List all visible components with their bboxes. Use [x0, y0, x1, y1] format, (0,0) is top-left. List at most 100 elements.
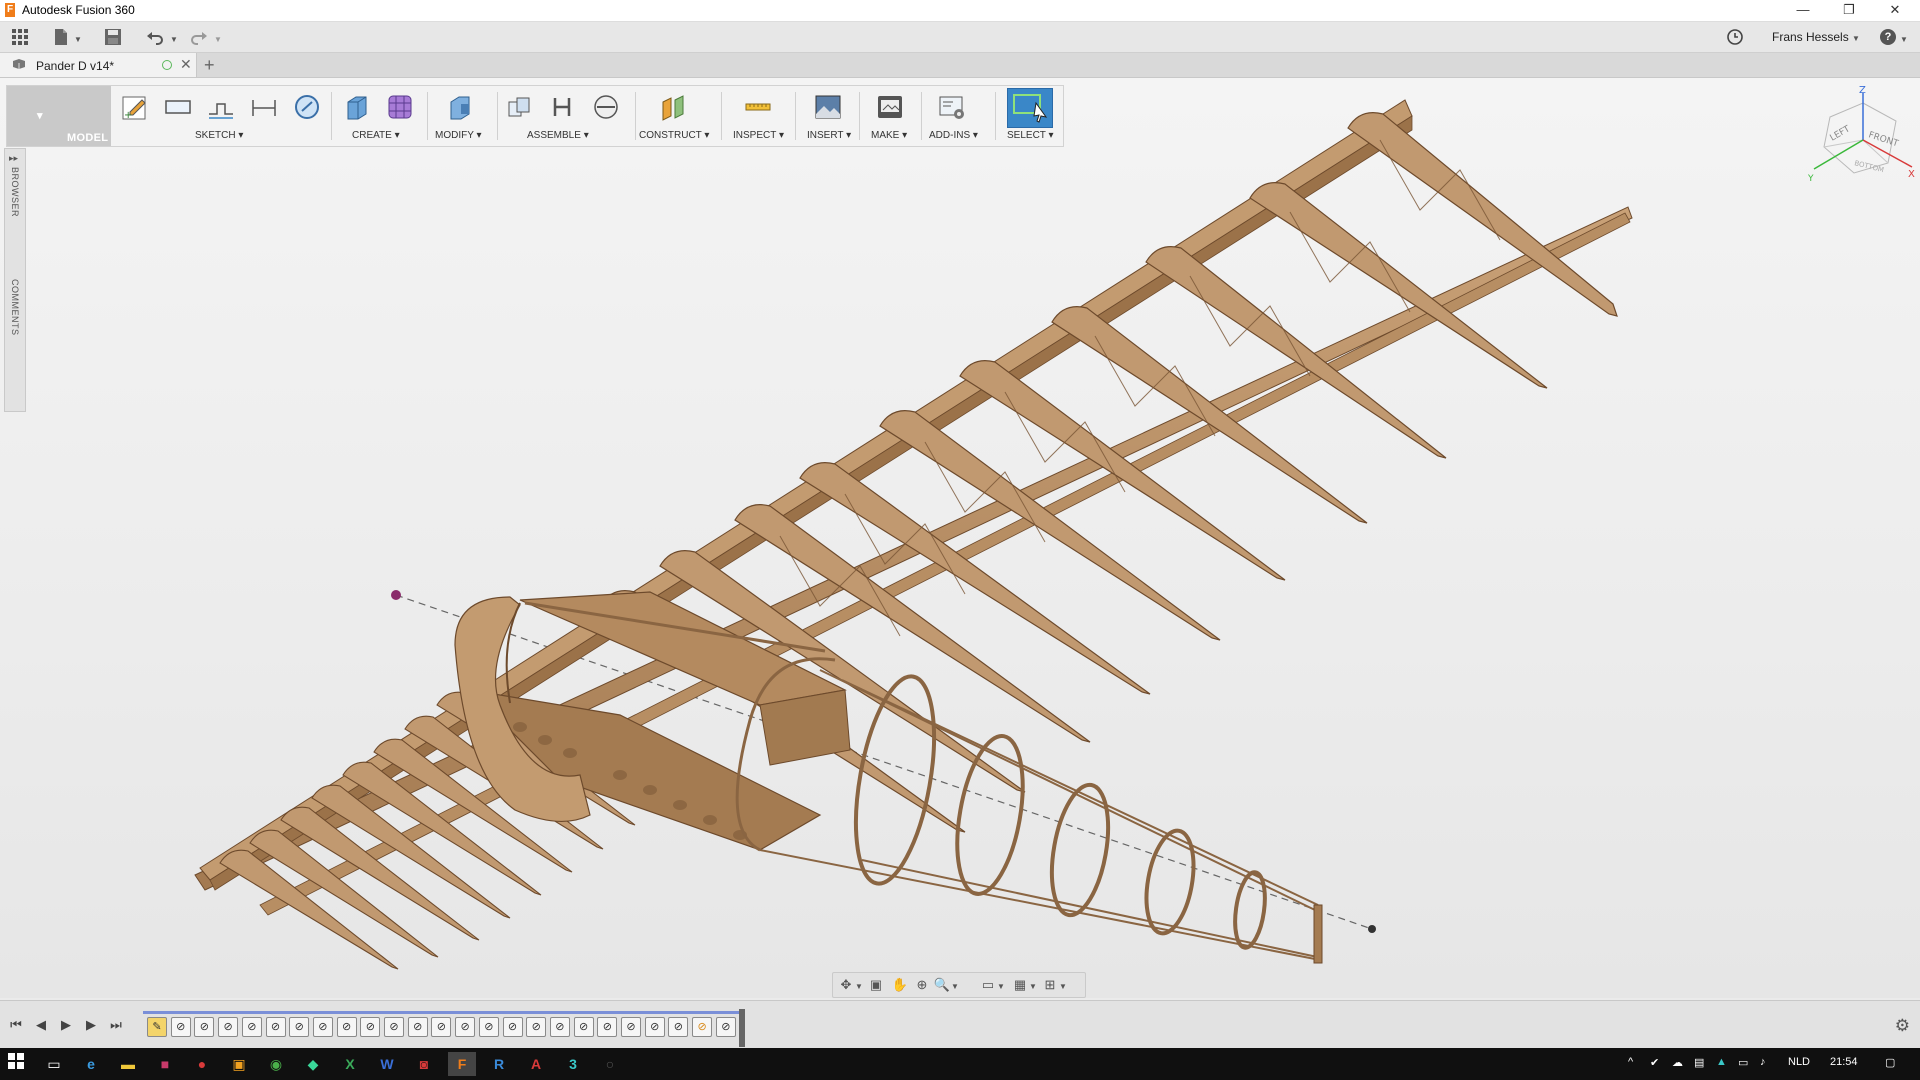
app-icon-7[interactable]: ○	[596, 1052, 624, 1076]
timeline-sketch-feature-icon[interactable]: ✎	[147, 1017, 167, 1037]
create-menu[interactable]: CREATE ▾	[352, 130, 400, 141]
browser-label[interactable]: BROWSER	[10, 167, 20, 217]
timeline-feature-icon[interactable]: ⊘	[692, 1017, 713, 1037]
timeline-feature-icon[interactable]: ⊘	[502, 1017, 523, 1037]
step-forward-icon[interactable]: ▶	[83, 1017, 99, 1033]
timeline-last-feature-icon[interactable]: ⊘	[715, 1017, 736, 1037]
revit-icon[interactable]: R	[485, 1052, 513, 1076]
app-icon-6[interactable]: 3	[559, 1052, 587, 1076]
assemble-menu[interactable]: ASSEMBLE ▾	[527, 130, 589, 141]
timeline-settings-gear-icon[interactable]: ⚙	[1895, 1016, 1910, 1036]
timeline-feature-icon[interactable]: ⊘	[668, 1017, 689, 1037]
measure-icon[interactable]	[743, 92, 773, 122]
timeline-feature-icon[interactable]: ⊘	[621, 1017, 641, 1037]
timeline-feature-icon[interactable]: ⊘	[526, 1017, 547, 1037]
timeline-feature-icon[interactable]: ⊘	[312, 1017, 333, 1037]
notifications-icon[interactable]: ▢	[1885, 1056, 1895, 1069]
zoom-icon[interactable]: ⊕	[913, 976, 931, 994]
tray-icon-1[interactable]: ✔	[1650, 1056, 1659, 1069]
joint-icon[interactable]	[547, 92, 577, 122]
file-menu-icon[interactable]	[52, 28, 70, 46]
undo-chevron-down-icon[interactable]: ▼	[170, 35, 178, 44]
close-tab-icon[interactable]: ✕	[180, 56, 192, 73]
app-icon-1[interactable]: ■	[151, 1052, 179, 1076]
modify-menu[interactable]: MODIFY ▾	[435, 130, 482, 141]
timeline-track[interactable]: ✎ ⊘ ⊘ ⊘ ⊘ ⊘ ⊘ ⊘ ⊘ ⊘ ⊘ ⊘ ⊘ ⊘ ⊘ ⊘ ⊘ ⊘ ⊘ ⊘ ⊘ ⊘ ⊘ ⊘ ⊘	[143, 1009, 745, 1047]
input-language[interactable]: NLD	[1788, 1056, 1810, 1068]
app-icon-5[interactable]: ◙	[410, 1052, 438, 1076]
go-to-start-icon[interactable]: ⏮	[8, 1017, 24, 1033]
new-tab-plus-icon[interactable]: +	[204, 55, 215, 76]
expand-panel-icon[interactable]: ▸▸	[9, 153, 18, 164]
zoom-chevron-down-icon[interactable]: ▼	[951, 982, 959, 991]
dimension-icon[interactable]	[249, 92, 279, 122]
viewcube[interactable]: Z X Y FRONT LEFT BOTTOM	[1807, 85, 1918, 185]
autocad-icon[interactable]: A	[522, 1052, 550, 1076]
browser-side-panel[interactable]: ▸▸ BROWSER COMMENTS	[4, 148, 26, 412]
windows-start-icon[interactable]	[2, 1052, 30, 1076]
timeline-feature-icon[interactable]: ⊘	[549, 1017, 570, 1037]
fit-zoom-icon[interactable]: 🔍	[933, 976, 951, 994]
undo-icon[interactable]	[146, 28, 164, 46]
timeline-feature-icon[interactable]: ⊘	[573, 1017, 594, 1037]
redo-icon[interactable]	[190, 28, 208, 46]
document-tab[interactable]: Pander D v14* ✕	[0, 53, 197, 77]
redo-chevron-down-icon[interactable]: ▼	[214, 35, 222, 44]
display-chevron-down-icon[interactable]: ▼	[997, 982, 1005, 991]
timeline-feature-icon[interactable]: ⊘	[241, 1017, 262, 1037]
timeline-feature-icon[interactable]: ⊘	[597, 1017, 618, 1037]
display-settings-icon[interactable]: ▭	[979, 976, 997, 994]
user-account-menu[interactable]: Frans Hessels ▼	[1772, 30, 1860, 44]
clock-time[interactable]: 21:54	[1830, 1056, 1858, 1068]
timeline-feature-icon[interactable]: ⊘	[384, 1017, 404, 1037]
fusion-360-taskbar-icon[interactable]: F	[448, 1052, 476, 1076]
inspect-menu[interactable]: INSPECT ▾	[733, 130, 784, 141]
3d-print-icon[interactable]	[875, 92, 905, 122]
create-sketch-icon[interactable]: +	[120, 92, 150, 122]
volume-icon[interactable]: ♪	[1760, 1056, 1766, 1068]
file-explorer-icon[interactable]: ▬	[114, 1052, 142, 1076]
timeline-feature-icon[interactable]: ⊘	[407, 1017, 428, 1037]
tray-icon-4[interactable]: ▲	[1716, 1056, 1727, 1068]
step-back-icon[interactable]: ◀	[33, 1017, 49, 1033]
go-to-end-icon[interactable]: ⏭	[108, 1017, 124, 1033]
offset-plane-icon[interactable]	[659, 92, 689, 122]
select-menu[interactable]: SELECT ▾	[1007, 130, 1054, 141]
timeline-feature-icon[interactable]: ⊘	[336, 1017, 357, 1037]
new-component-icon[interactable]	[503, 92, 533, 122]
timeline-feature-icon[interactable]: ⊘	[431, 1017, 452, 1037]
edge-browser-icon[interactable]: e	[77, 1052, 105, 1076]
tray-overflow-chevron-icon[interactable]: ^	[1628, 1056, 1633, 1068]
as-built-joint-icon[interactable]	[591, 92, 621, 122]
minimize-button[interactable]: —	[1780, 0, 1826, 21]
app-icon-4[interactable]: ◆	[299, 1052, 327, 1076]
close-button[interactable]: ✕	[1872, 0, 1918, 21]
job-status-clock-icon[interactable]	[1726, 28, 1744, 46]
timeline-feature-icon[interactable]: ⊘	[194, 1017, 215, 1037]
model-canvas[interactable]	[0, 78, 1920, 998]
timeline-feature-icon[interactable]: ⊘	[218, 1017, 239, 1037]
add-ins-menu[interactable]: ADD-INS ▾	[929, 130, 978, 141]
task-view-icon[interactable]: ▭	[40, 1052, 68, 1076]
construct-menu[interactable]: CONSTRUCT ▾	[639, 130, 709, 141]
play-icon[interactable]: ▶	[58, 1017, 74, 1033]
pan-hand-icon[interactable]: ✋	[891, 976, 909, 994]
word-icon[interactable]: W	[373, 1052, 401, 1076]
app-icon-3[interactable]: ▣	[225, 1052, 253, 1076]
timeline-feature-icon[interactable]: ⊘	[170, 1017, 191, 1037]
make-menu[interactable]: MAKE ▾	[871, 130, 907, 141]
save-icon[interactable]	[104, 28, 122, 46]
insert-menu[interactable]: INSERT ▾	[807, 130, 851, 141]
comments-label[interactable]: COMMENTS	[10, 279, 20, 336]
offset-icon[interactable]	[206, 92, 236, 122]
grid-chevron-down-icon[interactable]: ▼	[1029, 982, 1037, 991]
insert-image-icon[interactable]	[813, 92, 843, 122]
orbit-icon[interactable]: ✥	[837, 976, 855, 994]
sketch-menu[interactable]: SKETCH ▾	[195, 130, 243, 141]
help-chevron-down-icon[interactable]: ▼	[1900, 35, 1908, 44]
timeline-feature-icon[interactable]: ⊘	[644, 1017, 665, 1037]
look-at-icon[interactable]: ▣	[867, 976, 885, 994]
scripts-addins-icon[interactable]	[937, 92, 967, 122]
chrome-icon[interactable]: ◉	[262, 1052, 290, 1076]
app-icon-2[interactable]: ●	[188, 1052, 216, 1076]
